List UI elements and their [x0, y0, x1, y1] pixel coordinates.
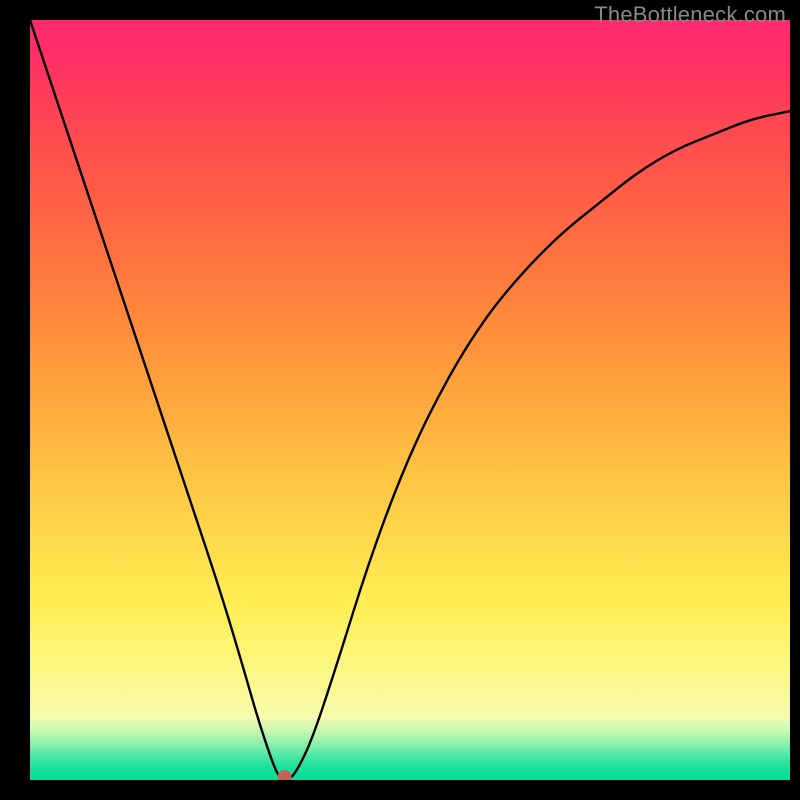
chart-frame: TheBottleneck.com	[0, 0, 800, 800]
bottleneck-curve	[30, 20, 790, 780]
curve-overlay	[30, 20, 790, 780]
plot-area	[30, 20, 790, 780]
watermark-text: TheBottleneck.com	[594, 2, 786, 28]
optimum-marker	[278, 770, 292, 780]
